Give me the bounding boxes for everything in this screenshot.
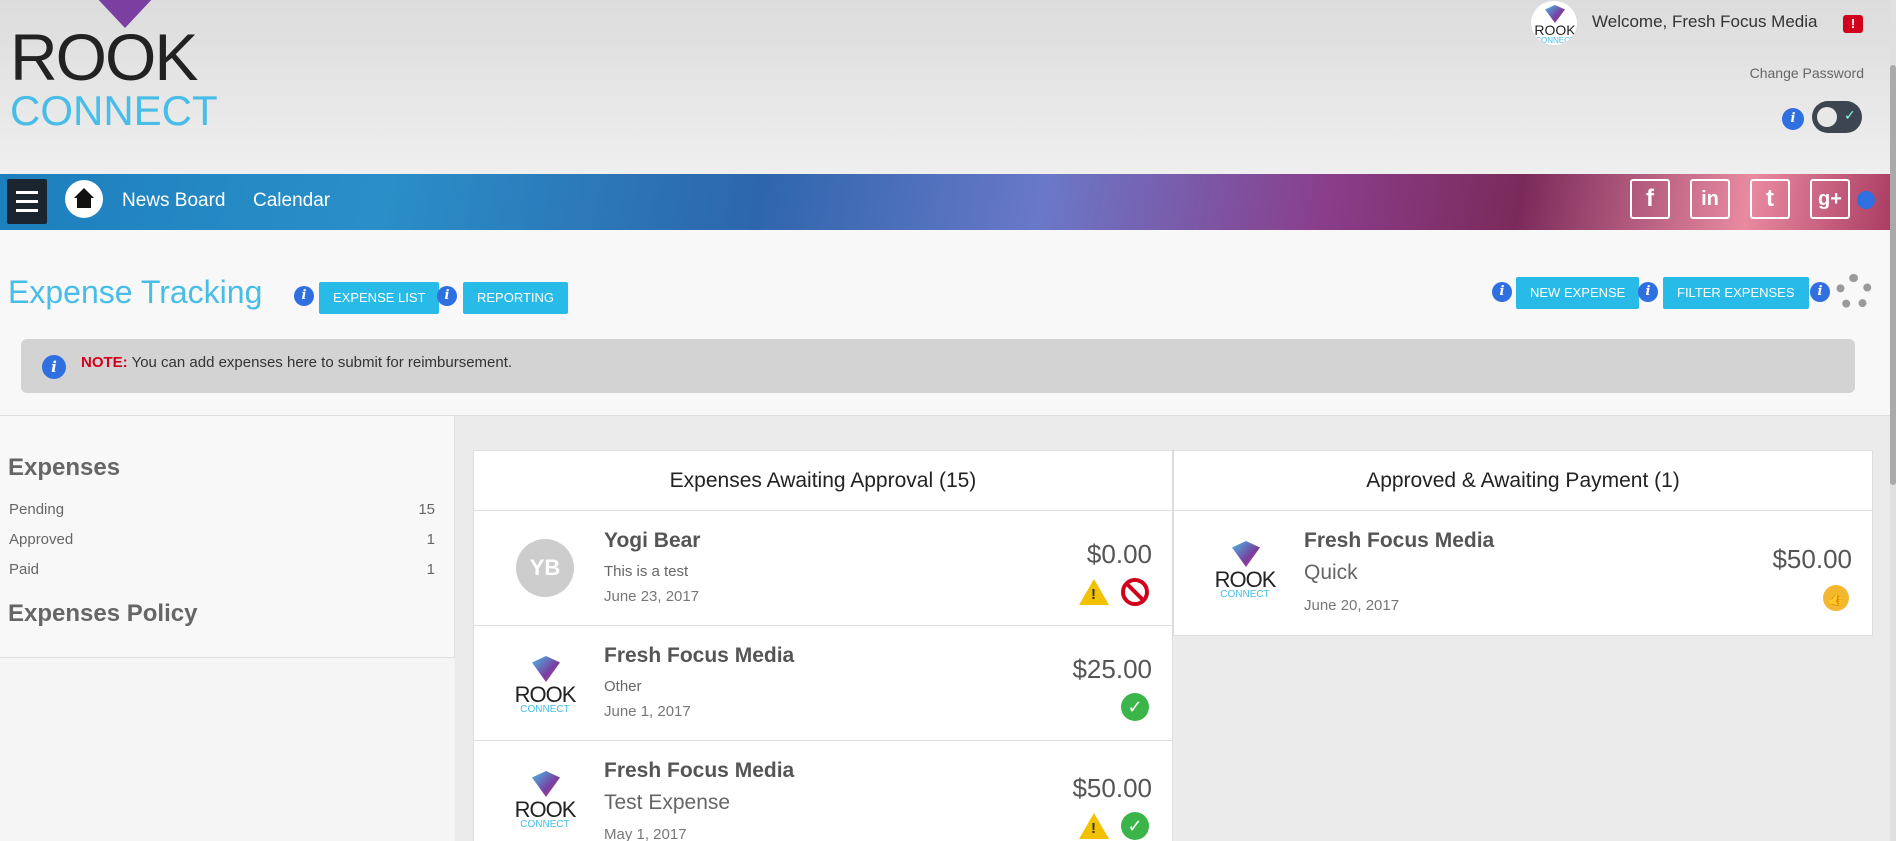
reporting-button[interactable]: REPORTING bbox=[463, 282, 569, 314]
welcome-text: Welcome, Fresh Focus Media bbox=[1592, 12, 1818, 31]
expenses-sidebar: Expenses Pending 15 Approved 1 Paid 1 Ex… bbox=[0, 415, 455, 658]
expense-description: Other bbox=[604, 678, 642, 695]
avatar-gem-icon bbox=[1545, 5, 1565, 23]
avatar: YB bbox=[516, 539, 574, 597]
note-message: You can add expenses here to submit for … bbox=[127, 354, 513, 371]
sidebar-item-count: 15 bbox=[418, 501, 435, 518]
expense-date: June 23, 2017 bbox=[604, 588, 700, 605]
expense-description: Test Expense bbox=[604, 791, 731, 814]
thumbs-up-icon[interactable]: 👍 bbox=[1823, 585, 1849, 611]
expense-row[interactable]: ROOK CONNECT Fresh Focus Media Other Jun… bbox=[474, 626, 1172, 741]
gear-icon[interactable] bbox=[1836, 274, 1872, 310]
twitter-icon[interactable]: t bbox=[1750, 179, 1790, 219]
avatar-logo-subtext: CONNECT bbox=[1220, 589, 1270, 599]
notification-alert-icon[interactable]: ! bbox=[1843, 15, 1863, 33]
main-navbar: News Board Calendar f in t g+ bbox=[0, 174, 1896, 230]
main-content: Expenses Awaiting Approval (15) YB Yogi … bbox=[455, 415, 1896, 841]
sidebar-item-approved[interactable]: Approved 1 bbox=[9, 531, 435, 548]
sidebar-item-label: Pending bbox=[9, 501, 65, 518]
expense-date: June 1, 2017 bbox=[604, 703, 691, 720]
avatar-logo-subtext: CONNECT bbox=[1535, 36, 1575, 45]
hamburger-menu-icon[interactable] bbox=[7, 179, 47, 224]
avatar-logo-subtext: CONNECT bbox=[520, 819, 570, 829]
home-icon[interactable] bbox=[65, 180, 103, 218]
filter-expenses-button[interactable]: FILTER EXPENSES bbox=[1663, 277, 1809, 309]
expense-submitter: Fresh Focus Media bbox=[1304, 529, 1495, 552]
deny-icon[interactable] bbox=[1121, 578, 1149, 606]
info-icon[interactable]: i bbox=[437, 286, 457, 306]
expense-date: June 20, 2017 bbox=[1304, 597, 1400, 614]
toggle-knob bbox=[1817, 107, 1837, 127]
avatar: ROOK CONNECT bbox=[514, 769, 576, 831]
approved-awaiting-payment-panel: Approved & Awaiting Payment (1) ROOK CON… bbox=[1173, 450, 1873, 636]
facebook-icon[interactable]: f bbox=[1630, 179, 1670, 219]
expenses-policy-link[interactable]: Expenses Policy bbox=[8, 600, 197, 628]
app-header: ROOK CONNECT ROOK CONNECT Welcome, Fresh… bbox=[0, 0, 1896, 174]
expense-row[interactable]: YB Yogi Bear This is a test June 23, 201… bbox=[474, 511, 1172, 626]
page-scrollbar[interactable] bbox=[1890, 0, 1896, 841]
sidebar-item-count: 1 bbox=[426, 561, 435, 578]
sidebar-item-label: Approved bbox=[9, 531, 74, 548]
info-note-banner: i NOTE: You can add expenses here to sub… bbox=[21, 339, 1855, 393]
logo-word-rook: ROOK bbox=[10, 20, 198, 94]
expense-list-button[interactable]: EXPENSE LIST bbox=[319, 282, 440, 314]
rook-connect-logo[interactable]: ROOK CONNECT bbox=[10, 0, 220, 135]
avatar: ROOK CONNECT bbox=[514, 654, 576, 716]
nav-news-board[interactable]: News Board bbox=[122, 190, 226, 212]
logo-word-connect: CONNECT bbox=[10, 87, 218, 134]
logo-gem-icon bbox=[532, 656, 560, 682]
expense-description: Quick bbox=[1304, 561, 1358, 584]
warning-icon: ! bbox=[1079, 579, 1109, 605]
expense-submitter: Fresh Focus Media bbox=[604, 644, 795, 667]
sidebar-item-paid[interactable]: Paid 1 bbox=[9, 561, 435, 578]
linkedin-icon[interactable]: in bbox=[1690, 179, 1730, 219]
info-icon[interactable]: i bbox=[1782, 108, 1804, 130]
expense-amount: $0.00 bbox=[1086, 539, 1152, 569]
avatar-logo-subtext: CONNECT bbox=[520, 704, 570, 714]
expense-date: May 1, 2017 bbox=[604, 826, 687, 841]
expense-amount: $50.00 bbox=[1772, 544, 1852, 574]
expense-submitter: Fresh Focus Media bbox=[604, 759, 795, 782]
user-avatar[interactable]: ROOK CONNECT bbox=[1530, 0, 1578, 46]
warning-icon: ! bbox=[1079, 813, 1109, 839]
status-dot-icon bbox=[1857, 191, 1875, 209]
awaiting-approval-panel: Expenses Awaiting Approval (15) YB Yogi … bbox=[473, 450, 1173, 841]
page-title: Expense Tracking bbox=[8, 274, 263, 310]
note-label: NOTE: bbox=[81, 354, 128, 371]
sidebar-title: Expenses bbox=[8, 454, 121, 481]
info-icon[interactable]: i bbox=[1810, 282, 1830, 302]
change-password-link[interactable]: Change Password bbox=[1750, 65, 1864, 81]
logo-gem-icon bbox=[532, 771, 560, 797]
expense-row[interactable]: ROOK CONNECT Fresh Focus Media Test Expe… bbox=[474, 741, 1172, 841]
expense-row[interactable]: ROOK CONNECT Fresh Focus Media Quick Jun… bbox=[1174, 511, 1872, 626]
google-plus-icon[interactable]: g+ bbox=[1810, 179, 1850, 219]
panel-title: Approved & Awaiting Payment (1) bbox=[1174, 451, 1872, 511]
new-expense-button[interactable]: NEW EXPENSE bbox=[1516, 277, 1640, 309]
approve-check-icon[interactable]: ✓ bbox=[1121, 812, 1149, 840]
expense-amount: $50.00 bbox=[1072, 773, 1152, 803]
sidebar-item-pending[interactable]: Pending 15 bbox=[9, 501, 435, 518]
info-icon: i bbox=[42, 355, 66, 379]
avatar: ROOK CONNECT bbox=[1214, 539, 1276, 601]
logo-gem-icon bbox=[1232, 541, 1260, 567]
approve-check-icon[interactable]: ✓ bbox=[1121, 693, 1149, 721]
note-text: NOTE: You can add expenses here to submi… bbox=[81, 354, 512, 371]
check-icon: ✓ bbox=[1844, 107, 1856, 123]
panel-title: Expenses Awaiting Approval (15) bbox=[474, 451, 1172, 511]
expense-submitter: Yogi Bear bbox=[604, 529, 701, 552]
theme-toggle[interactable]: ✓ bbox=[1812, 101, 1862, 133]
nav-calendar[interactable]: Calendar bbox=[253, 190, 330, 212]
info-icon[interactable]: i bbox=[1492, 282, 1512, 302]
expense-amount: $25.00 bbox=[1072, 654, 1152, 684]
expense-description: This is a test bbox=[604, 563, 689, 580]
info-icon[interactable]: i bbox=[294, 286, 314, 306]
info-icon[interactable]: i bbox=[1638, 282, 1658, 302]
sidebar-item-label: Paid bbox=[9, 561, 40, 578]
sidebar-item-count: 1 bbox=[426, 531, 435, 548]
scrollbar-thumb[interactable] bbox=[1890, 65, 1896, 485]
